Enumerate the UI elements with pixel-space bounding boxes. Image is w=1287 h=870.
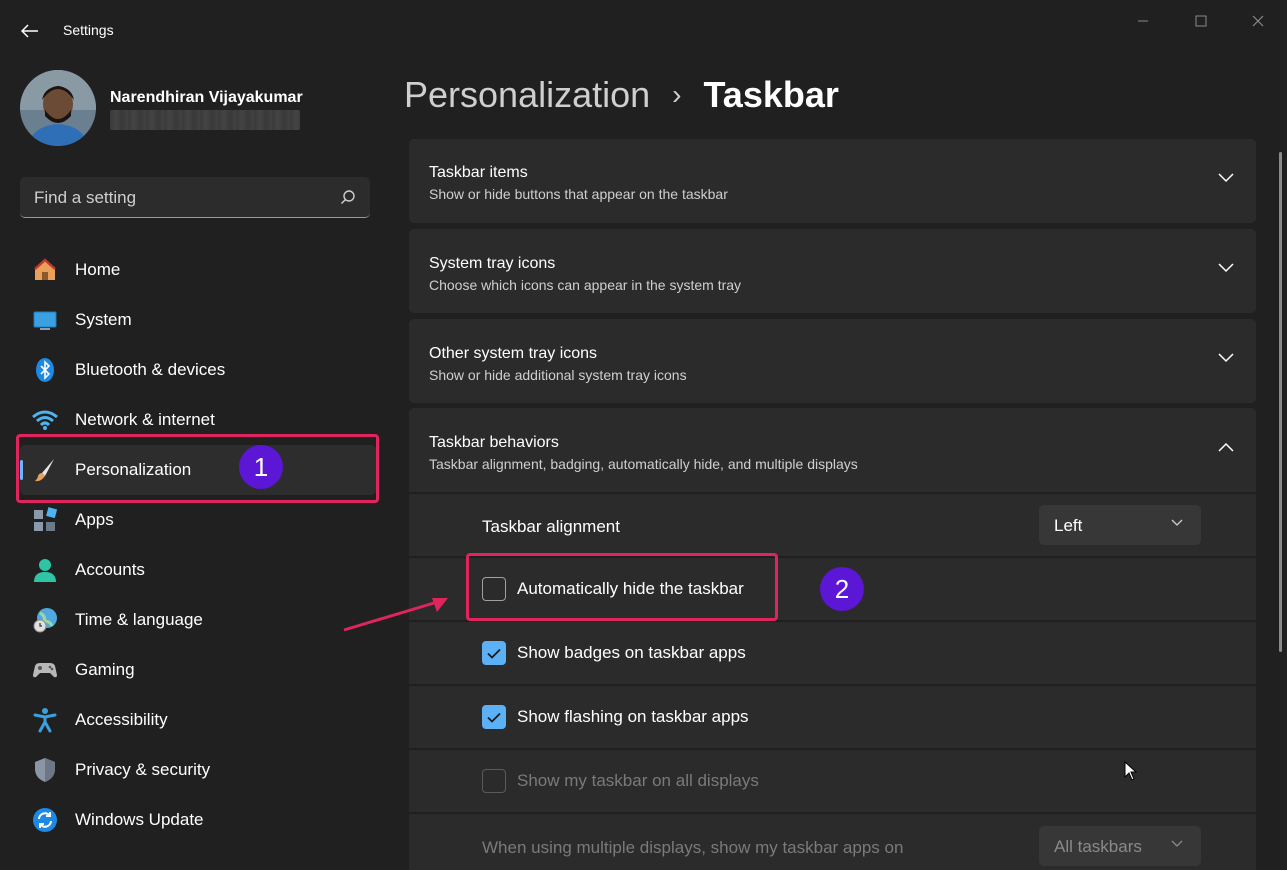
user-email-redacted xyxy=(110,110,300,130)
taskbar-alignment-dropdown[interactable]: Left xyxy=(1039,505,1201,545)
checkmark-icon xyxy=(487,648,501,659)
breadcrumb: Personalization › Taskbar xyxy=(404,74,839,116)
sidebar-item-home[interactable]: Home xyxy=(20,245,376,295)
update-icon xyxy=(32,807,58,833)
sidebar-item-time-language[interactable]: Time & language xyxy=(20,595,376,645)
section-title: Other system tray icons xyxy=(429,345,598,362)
accessibility-icon xyxy=(32,707,58,733)
shield-icon xyxy=(32,757,58,783)
chevron-down-icon xyxy=(1171,840,1183,847)
sidebar-item-label: Home xyxy=(75,260,121,279)
sidebar-item-accounts[interactable]: Accounts xyxy=(20,545,376,595)
account-icon xyxy=(32,557,58,583)
sidebar-item-label: Apps xyxy=(75,510,114,529)
chevron-down-icon xyxy=(1218,353,1234,363)
title-bar: Settings xyxy=(0,0,1287,60)
apps-icon xyxy=(32,507,58,533)
sidebar-item-privacy[interactable]: Privacy & security xyxy=(20,745,376,795)
back-arrow-icon xyxy=(21,24,38,38)
dropdown-value: Left xyxy=(1054,516,1083,535)
maximize-icon xyxy=(1195,15,1207,27)
back-button[interactable] xyxy=(14,16,46,46)
sidebar-item-windows-update[interactable]: Windows Update xyxy=(20,795,376,845)
section-system-tray-icons[interactable]: System tray icons Choose which icons can… xyxy=(409,229,1256,313)
maximize-button[interactable] xyxy=(1178,6,1224,36)
sidebar-nav: Home System Bluetooth & devices Network … xyxy=(20,245,376,845)
sidebar-item-gaming[interactable]: Gaming xyxy=(20,645,376,695)
gamepad-icon xyxy=(32,657,58,683)
taskbar-alignment-row: Taskbar alignment Left xyxy=(409,493,1256,556)
section-taskbar-behaviors[interactable]: Taskbar behaviors Taskbar alignment, bad… xyxy=(409,408,1256,492)
taskbar-alignment-label: Taskbar alignment xyxy=(482,517,620,536)
section-description: Taskbar alignment, badging, automaticall… xyxy=(429,456,858,472)
monitor-icon xyxy=(32,307,58,333)
show-flashing-checkbox[interactable] xyxy=(482,705,506,729)
avatar-image xyxy=(20,70,96,146)
section-description: Show or hide buttons that appear on the … xyxy=(429,186,728,202)
search-placeholder: Find a setting xyxy=(34,188,137,207)
section-description: Choose which icons can appear in the sys… xyxy=(429,277,742,293)
search-icon[interactable] xyxy=(340,189,356,205)
search-input[interactable]: Find a setting xyxy=(20,177,370,218)
sidebar-item-label: System xyxy=(75,310,132,329)
checkmark-icon xyxy=(487,712,501,723)
minimize-button[interactable] xyxy=(1120,6,1166,36)
sidebar-item-label: Network & internet xyxy=(75,410,215,429)
multi-display-dropdown[interactable]: All taskbars xyxy=(1039,826,1201,866)
sidebar-item-label: Accounts xyxy=(75,560,145,579)
chevron-down-icon xyxy=(1218,263,1234,273)
show-flashing-row: Show flashing on taskbar apps xyxy=(409,685,1256,748)
sidebar-item-label: Time & language xyxy=(75,610,203,629)
home-icon xyxy=(32,257,58,283)
close-button[interactable] xyxy=(1235,6,1281,36)
chevron-down-icon xyxy=(1171,519,1183,526)
sidebar-item-bluetooth[interactable]: Bluetooth & devices xyxy=(20,345,376,395)
chevron-down-icon xyxy=(1218,173,1234,183)
user-name: Narendhiran Vijayakumar xyxy=(110,89,303,106)
globe-clock-icon xyxy=(32,607,58,633)
bluetooth-icon xyxy=(32,357,58,383)
annotation-arrow xyxy=(343,598,448,632)
app-title: Settings xyxy=(63,22,114,38)
breadcrumb-parent[interactable]: Personalization xyxy=(404,74,650,116)
show-badges-row: Show badges on taskbar apps xyxy=(409,621,1256,684)
minimize-icon xyxy=(1138,20,1148,22)
section-title: Taskbar items xyxy=(429,164,528,181)
all-displays-checkbox[interactable] xyxy=(482,769,506,793)
section-taskbar-items[interactable]: Taskbar items Show or hide buttons that … xyxy=(409,139,1256,223)
close-icon xyxy=(1252,15,1264,27)
section-title: System tray icons xyxy=(429,255,556,272)
chevron-up-icon xyxy=(1218,442,1234,452)
breadcrumb-separator: › xyxy=(672,79,682,110)
annotation-box-2 xyxy=(466,553,778,621)
mouse-cursor-icon xyxy=(1124,761,1138,781)
sidebar-item-label: Gaming xyxy=(75,660,135,679)
sidebar-item-label: Windows Update xyxy=(75,810,204,829)
show-badges-label[interactable]: Show badges on taskbar apps xyxy=(517,643,746,663)
scrollbar[interactable] xyxy=(1279,152,1282,652)
all-displays-label: Show my taskbar on all displays xyxy=(517,771,759,790)
annotation-badge-2: 2 xyxy=(820,567,864,611)
sidebar-item-accessibility[interactable]: Accessibility xyxy=(20,695,376,745)
section-other-system-tray-icons[interactable]: Other system tray icons Show or hide add… xyxy=(409,319,1256,403)
avatar[interactable] xyxy=(20,70,96,146)
section-description: Show or hide additional system tray icon… xyxy=(429,367,687,383)
sidebar-item-label: Accessibility xyxy=(75,710,168,729)
multi-display-row: When using multiple displays, show my ta… xyxy=(409,813,1256,870)
dropdown-value: All taskbars xyxy=(1054,837,1142,856)
wifi-icon xyxy=(32,407,58,433)
section-title: Taskbar behaviors xyxy=(429,434,559,451)
multi-display-label: When using multiple displays, show my ta… xyxy=(482,838,904,857)
show-flashing-label[interactable]: Show flashing on taskbar apps xyxy=(517,707,749,727)
sidebar-item-label: Privacy & security xyxy=(75,760,211,779)
annotation-box-1 xyxy=(16,434,379,503)
sidebar-item-system[interactable]: System xyxy=(20,295,376,345)
show-badges-checkbox[interactable] xyxy=(482,641,506,665)
annotation-badge-1: 1 xyxy=(239,445,283,489)
sidebar-item-label: Bluetooth & devices xyxy=(75,360,226,379)
page-title: Taskbar xyxy=(703,74,839,115)
